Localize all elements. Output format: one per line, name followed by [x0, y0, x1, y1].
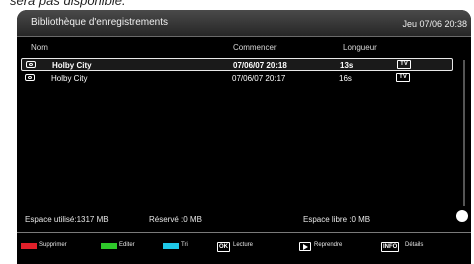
green-key-icon [101, 243, 117, 249]
info-key-icon: INFO [381, 242, 400, 252]
clock: Jeu 07/06 20:38 [402, 19, 467, 29]
recording-name: Holby City [52, 61, 92, 70]
red-key-icon [21, 243, 37, 249]
cyan-key-icon [163, 243, 179, 249]
legend-details-label: Détails [405, 242, 424, 248]
recording-start: 07/06/07 20:17 [232, 74, 286, 83]
button-legend: Supprimer Editer Tri OK Lecture Reprendr… [17, 232, 471, 264]
column-header-name[interactable]: Nom [31, 43, 48, 52]
column-header-start[interactable]: Commencer [233, 43, 277, 52]
tv-icon: TV [397, 60, 411, 69]
scrollbar-thumb[interactable] [456, 210, 468, 222]
recording-start: 07/06/07 20:18 [233, 61, 287, 70]
legend-play-label: Lecture [233, 242, 254, 248]
legend-delete-label: Supprimer [39, 242, 67, 248]
column-header-length[interactable]: Longueur [343, 43, 377, 52]
play-key-icon [299, 242, 311, 251]
legend-sort-label: Tri [181, 242, 188, 248]
storage-used: Espace utilisé:1317 MB [25, 215, 109, 224]
storage-reserved: Réservé :0 MB [149, 215, 202, 224]
title-bar: Bibliothèque d'enregistrements Jeu 07/06… [17, 10, 471, 37]
recording-row-selected[interactable]: Holby City 07/06/07 20:18 13s TV [21, 58, 453, 71]
page-caption: sera pas disponible. [0, 0, 474, 8]
storage-free: Espace libre :0 MB [303, 215, 371, 224]
caption-text: sera pas disponible. [10, 0, 126, 8]
recording-length: 16s [339, 74, 352, 83]
tv-icon: TV [396, 73, 410, 82]
recording-icon [26, 61, 36, 68]
page-title: Bibliothèque d'enregistrements [31, 17, 168, 28]
recording-name: Holby City [51, 74, 88, 83]
recording-length: 13s [340, 61, 354, 70]
ok-key-icon: OK [217, 242, 230, 252]
legend-resume-label: Reprendre [314, 242, 343, 248]
recordings-library-panel: Bibliothèque d'enregistrements Jeu 07/06… [17, 10, 471, 264]
recording-row[interactable]: Holby City 07/06/07 20:17 16s TV [21, 72, 453, 85]
scrollbar-track[interactable] [463, 60, 465, 206]
recording-icon [25, 74, 35, 81]
legend-edit-label: Editer [119, 242, 135, 248]
